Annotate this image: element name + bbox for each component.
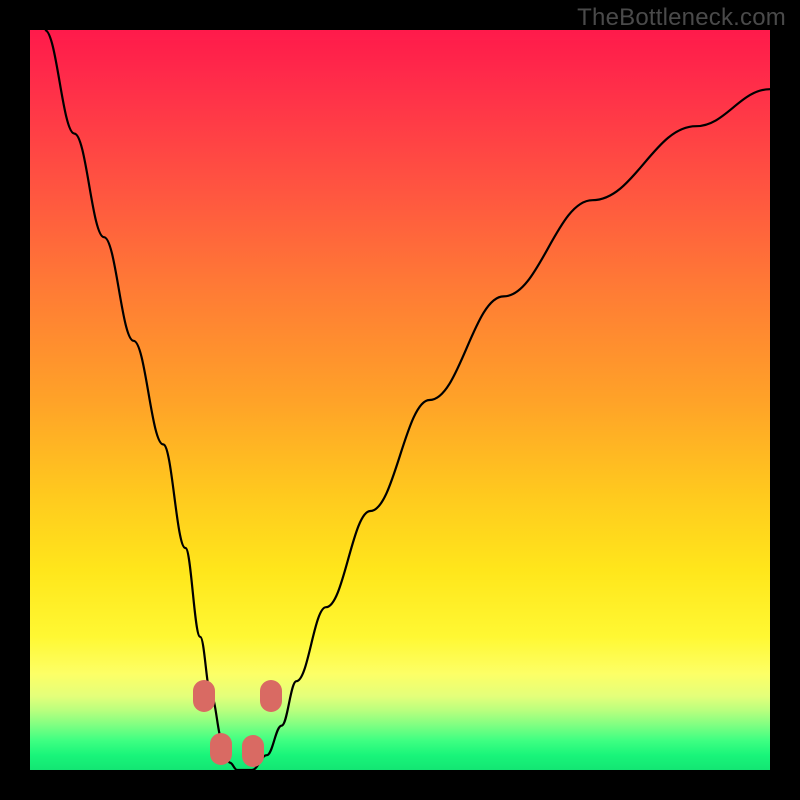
data-marker xyxy=(242,735,264,767)
data-marker xyxy=(210,733,232,765)
data-marker xyxy=(193,680,215,712)
chart-frame: TheBottleneck.com xyxy=(0,0,800,800)
watermark: TheBottleneck.com xyxy=(577,4,786,32)
data-marker xyxy=(260,680,282,712)
plot-area xyxy=(30,30,770,770)
markers-layer xyxy=(30,30,770,770)
